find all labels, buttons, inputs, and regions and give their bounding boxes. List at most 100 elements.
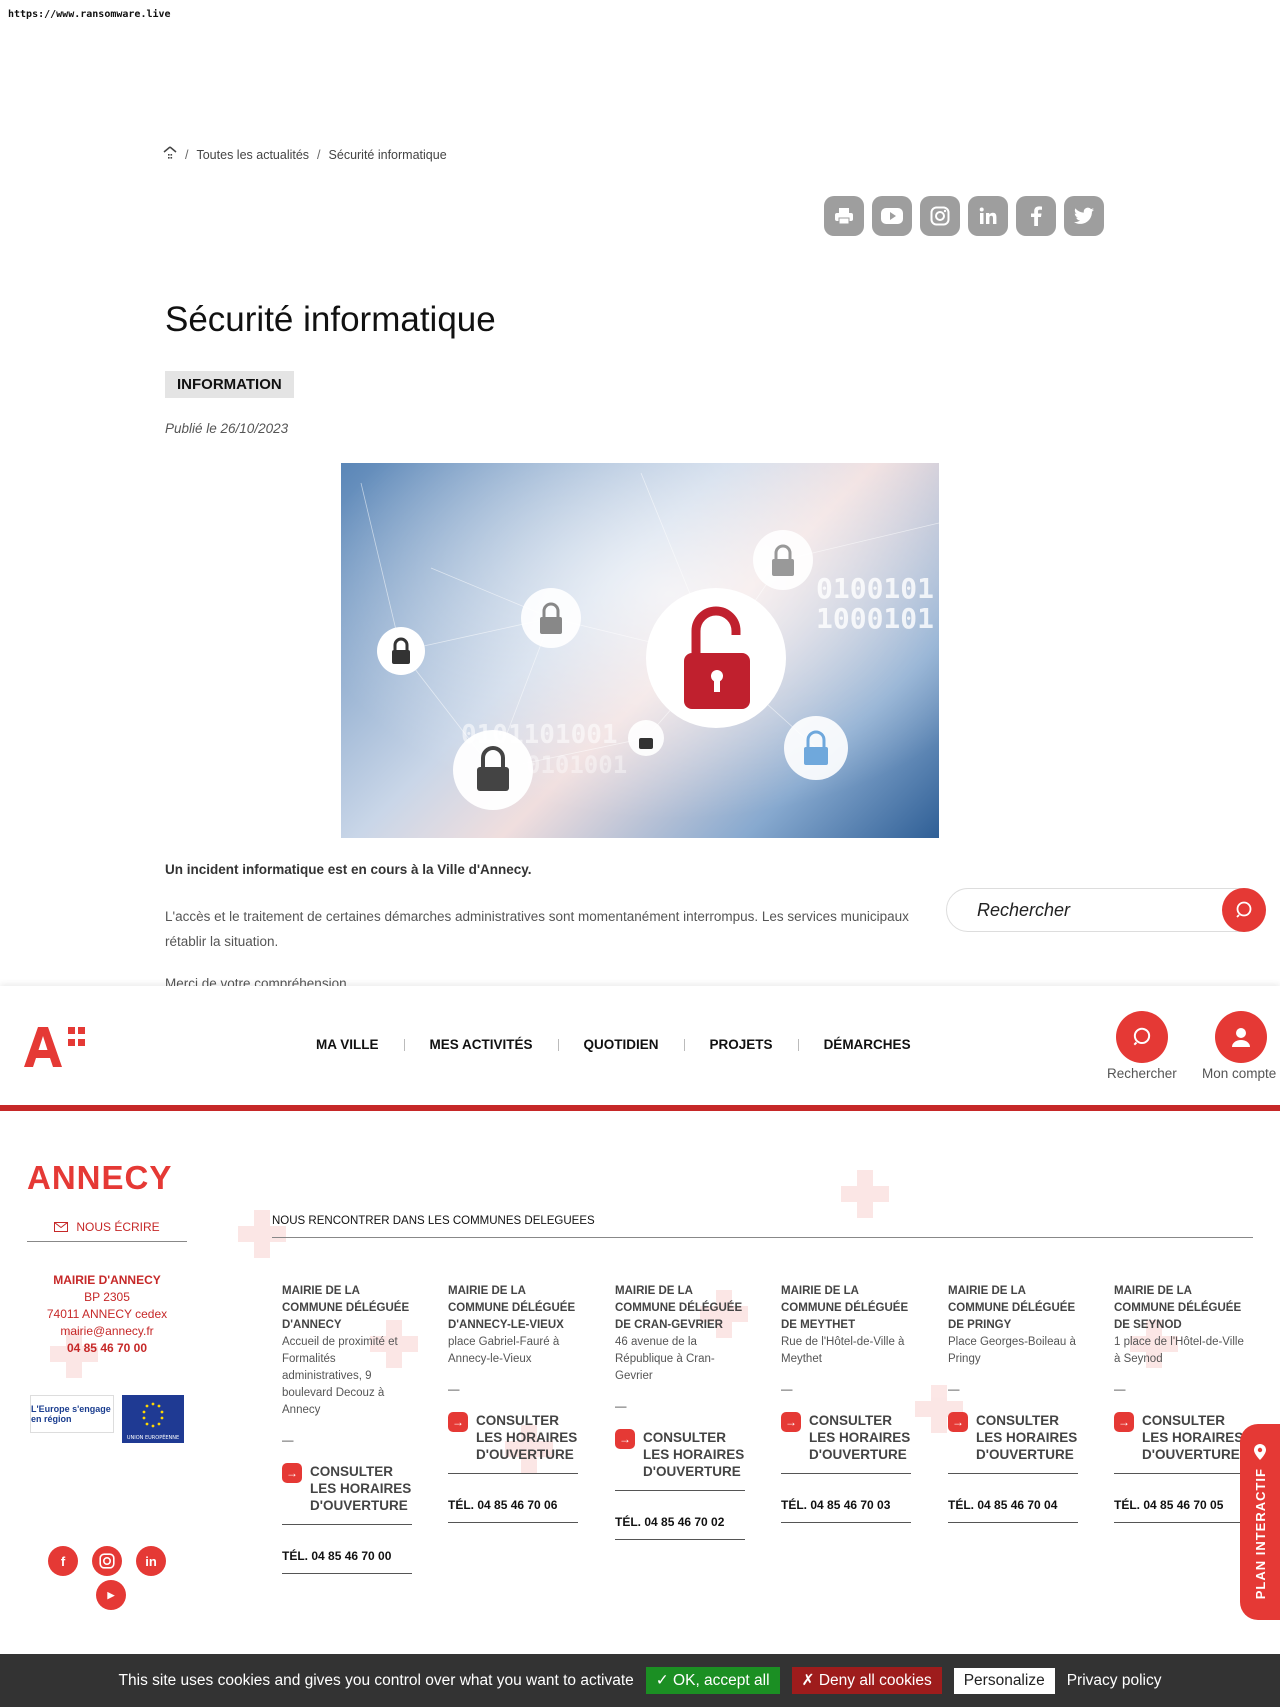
decor-cross <box>841 1170 889 1218</box>
cookie-banner: This site uses cookies and gives you con… <box>0 1654 1280 1707</box>
arrow-right-icon: → <box>615 1429 635 1449</box>
opening-hours-link[interactable]: → CONSULTER LES HORAIRES D'OUVERTURE <box>282 1463 412 1525</box>
cookie-text: This site uses cookies and gives you con… <box>118 1671 634 1689</box>
commune-annecy-le-vieux: MAIRIE DE LA COMMUNE DÉLÉGUÉE D'ANNECY-L… <box>448 1283 578 1523</box>
commune-cran-gevrier: MAIRIE DE LA COMMUNE DÉLÉGUÉE DE CRAN-GE… <box>615 1283 745 1540</box>
opening-hours-link[interactable]: → CONSULTER LES HORAIRES D'OUVERTURE <box>948 1412 1078 1474</box>
breadcrumb: / Toutes les actualités / Sécurité infor… <box>163 146 447 163</box>
article-body-line2: rétablir la situation. <box>165 934 279 949</box>
instagram-icon[interactable] <box>920 196 960 236</box>
opening-hours-link[interactable]: → CONSULTER LES HORAIRES D'OUVERTURE <box>1114 1412 1244 1474</box>
commune-address: place Gabriel-Fauré à Annecy-le-Vieux <box>448 1336 560 1365</box>
separator-dash: — <box>615 1401 627 1413</box>
separator-dash: — <box>781 1384 793 1396</box>
share-toolbar <box>824 196 1104 236</box>
map-pin-icon <box>1254 1444 1266 1461</box>
commune-phone[interactable]: TÉL. 04 85 46 70 02 <box>615 1515 745 1540</box>
commune-phone[interactable]: TÉL. 04 85 46 70 06 <box>448 1498 578 1523</box>
search-button[interactable] <box>1222 888 1266 932</box>
security-illustration: 0100101 1000101 0101101001 0101001 <box>341 463 939 838</box>
user-icon <box>1232 1028 1250 1047</box>
commune-phone[interactable]: TÉL. 04 85 46 70 04 <box>948 1498 1078 1523</box>
opening-hours-link[interactable]: → CONSULTER LES HORAIRES D'OUVERTURE <box>615 1429 745 1491</box>
nav-search-label[interactable]: Rechercher <box>1107 1066 1177 1081</box>
separator-dash: — <box>948 1384 960 1396</box>
accept-cookies-button[interactable]: ✓ OK, accept all <box>645 1667 780 1694</box>
youtube-icon[interactable] <box>872 196 912 236</box>
communes-heading: NOUS RENCONTRER DANS LES COMMUNES DELEGU… <box>272 1215 1253 1238</box>
commune-address: Place Georges-Boileau à Pringy <box>948 1336 1076 1365</box>
separator-dash: — <box>1114 1384 1126 1396</box>
commune-address: 1 place de l'Hôtel-de-Ville à Seynod <box>1114 1336 1244 1365</box>
contact-us-link[interactable]: NOUS ÉCRIRE <box>27 1212 187 1242</box>
breadcrumb-current: Sécurité informatique <box>328 147 447 162</box>
mairie-bp: BP 2305 <box>84 1290 130 1304</box>
privacy-policy-link[interactable]: Privacy policy <box>1067 1672 1162 1690</box>
browser-url: https://www.ransomware.live <box>8 9 171 20</box>
mail-icon <box>54 1221 69 1232</box>
arrow-right-icon: → <box>448 1412 468 1432</box>
separator-dash: — <box>282 1435 294 1447</box>
commune-phone[interactable]: TÉL. 04 85 46 70 00 <box>282 1549 412 1574</box>
interactive-map-tab[interactable]: PLAN INTERACTIF <box>1240 1424 1280 1620</box>
commune-phone[interactable]: TÉL. 04 85 46 70 05 <box>1114 1498 1244 1523</box>
account-label[interactable]: Mon compte <box>1202 1066 1276 1081</box>
commune-annecy: MAIRIE DE LA COMMUNE DÉLÉGUÉE D'ANNECY A… <box>282 1283 412 1574</box>
menu-demarches[interactable]: DÉMARCHES <box>799 1037 936 1052</box>
site-logo[interactable] <box>24 1025 86 1072</box>
print-icon[interactable] <box>824 196 864 236</box>
article-body-line1: L'accès et le traitement de certaines dé… <box>165 909 909 924</box>
menu-mes-activites[interactable]: MES ACTIVITÉS <box>405 1037 558 1052</box>
menu-quotidien[interactable]: QUOTIDIEN <box>559 1037 684 1052</box>
arrow-right-icon: → <box>948 1412 968 1432</box>
article-image: 0100101 1000101 0101101001 0101001 <box>341 463 939 838</box>
commune-address: 46 avenue de la République à Cran-Gevrie… <box>615 1336 715 1382</box>
svg-text:1000101: 1000101 <box>816 602 934 635</box>
commune-address: Rue de l'Hôtel-de-Ville à Meythet <box>781 1336 905 1365</box>
search-input[interactable]: Rechercher <box>977 900 1222 921</box>
arrow-right-icon: → <box>282 1463 302 1483</box>
footer-instagram-icon[interactable] <box>92 1546 122 1576</box>
home-icon[interactable] <box>163 146 177 163</box>
contact-us-label: NOUS ÉCRIRE <box>76 1219 160 1234</box>
mairie-name: MAIRIE D'ANNECY <box>53 1273 161 1287</box>
separator-dash: — <box>448 1384 460 1396</box>
menu-ma-ville[interactable]: MA VILLE <box>316 1037 404 1052</box>
twitter-icon[interactable] <box>1064 196 1104 236</box>
personalize-cookies-button[interactable]: Personalize <box>953 1667 1055 1694</box>
menu-projets[interactable]: PROJETS <box>685 1037 798 1052</box>
search-icon <box>1236 901 1252 918</box>
commune-title: MAIRIE DE LA COMMUNE DÉLÉGUÉE D'ANNECY <box>282 1285 410 1331</box>
facebook-icon[interactable] <box>1016 196 1056 236</box>
account-button[interactable] <box>1215 1011 1267 1063</box>
mairie-city: 74011 ANNECY cedex <box>46 1307 168 1321</box>
deny-cookies-button[interactable]: ✗ Deny all cookies <box>791 1667 942 1694</box>
commune-title: MAIRIE DE LA COMMUNE DÉLÉGUÉE DE SEYNOD <box>1114 1285 1242 1331</box>
opening-hours-link[interactable]: → CONSULTER LES HORAIRES D'OUVERTURE <box>781 1412 911 1474</box>
eu-badge: UNION EUROPÉENNE <box>122 1395 184 1443</box>
opening-hours-link[interactable]: → CONSULTER LES HORAIRES D'OUVERTURE <box>448 1412 578 1474</box>
footer-facebook-icon[interactable]: f <box>48 1546 78 1576</box>
mairie-email[interactable]: mairie@annecy.fr <box>27 1323 187 1340</box>
arrow-right-icon: → <box>1114 1412 1134 1432</box>
svg-text:UNION EUROPÉENNE: UNION EUROPÉENNE <box>127 1433 179 1441</box>
nav-search-button[interactable] <box>1116 1011 1168 1063</box>
footer-linkedin-icon[interactable]: in <box>136 1546 166 1576</box>
svg-text:0100101: 0100101 <box>816 572 934 605</box>
svg-text:0101001: 0101001 <box>526 751 627 779</box>
footer-logo[interactable]: ANNECY <box>27 1159 172 1197</box>
mairie-contact: MAIRIE D'ANNECY BP 2305 74011 ANNECY ced… <box>27 1272 187 1357</box>
footer-youtube-icon[interactable]: ▶ <box>96 1580 126 1610</box>
article-lead: Un incident informatique est en cours à … <box>165 862 532 877</box>
breadcrumb-all-news[interactable]: Toutes les actualités <box>196 148 309 162</box>
linkedin-icon[interactable] <box>968 196 1008 236</box>
commune-title: MAIRIE DE LA COMMUNE DÉLÉGUÉE DE PRINGY <box>948 1285 1076 1331</box>
commune-phone[interactable]: TÉL. 04 85 46 70 03 <box>781 1498 911 1523</box>
commune-address: Accueil de proximité et Formalités admin… <box>282 1336 398 1416</box>
mairie-phone[interactable]: 04 85 46 70 00 <box>27 1340 187 1357</box>
commune-title: MAIRIE DE LA COMMUNE DÉLÉGUÉE DE CRAN-GE… <box>615 1285 743 1331</box>
search-bar[interactable]: Rechercher <box>946 888 1266 932</box>
commune-seynod: MAIRIE DE LA COMMUNE DÉLÉGUÉE DE SEYNOD … <box>1114 1283 1244 1523</box>
interactive-map-label: PLAN INTERACTIF <box>1252 1468 1268 1600</box>
main-menu: MA VILLE MES ACTIVITÉS QUOTIDIEN PROJETS… <box>316 1037 936 1052</box>
